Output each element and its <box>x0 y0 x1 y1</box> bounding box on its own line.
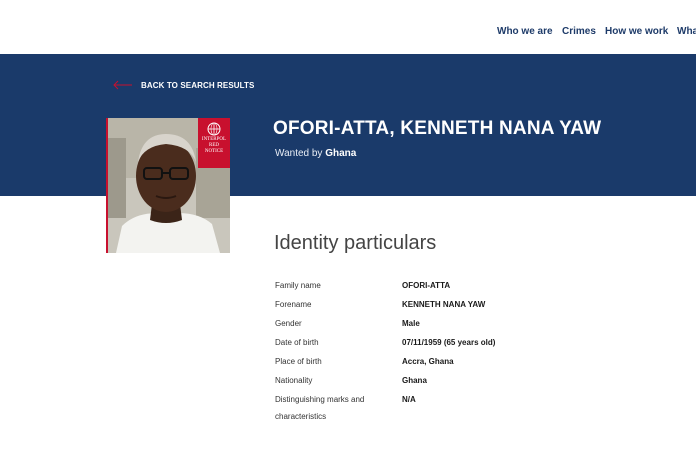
particular-value: Male <box>402 319 420 328</box>
nav-what-truncated[interactable]: Wha <box>677 26 696 37</box>
particular-label: Distinguishing marks and characteristics <box>275 395 365 421</box>
identity-particulars-table: Family name OFORI-ATTA Forename KENNETH … <box>275 277 655 427</box>
back-link-label: BACK TO SEARCH RESULTS <box>141 80 255 90</box>
person-name-title: OFORI-ATTA, KENNETH NANA YAW <box>273 118 602 139</box>
red-notice-badge: INTERPOL RED NOTICE <box>198 118 230 168</box>
particular-value: KENNETH NANA YAW <box>402 300 486 309</box>
particular-label: Gender <box>275 319 302 328</box>
particular-value: Ghana <box>402 376 427 385</box>
interpol-emblem-icon <box>207 122 221 136</box>
back-to-search-link[interactable]: BACK TO SEARCH RESULTS <box>113 79 254 91</box>
wanted-by-prefix: Wanted by <box>275 148 323 159</box>
nav-who-we-are[interactable]: Who we are <box>497 26 553 37</box>
particular-row-family-name: Family name OFORI-ATTA <box>275 277 655 296</box>
nav-crimes[interactable]: Crimes <box>562 26 596 37</box>
particular-label: Forename <box>275 300 312 309</box>
particular-row-gender: Gender Male <box>275 315 655 334</box>
arrow-left-icon <box>113 80 132 90</box>
top-navigation: Who we are Crimes How we work Wha <box>0 0 696 54</box>
particular-label: Place of birth <box>275 357 322 366</box>
particular-row-date-of-birth: Date of birth 07/11/1959 (65 years old) <box>275 334 655 353</box>
particular-row-nationality: Nationality Ghana <box>275 372 655 391</box>
nav-how-we-work[interactable]: How we work <box>605 26 668 37</box>
particular-value: 07/11/1959 (65 years old) <box>402 338 496 347</box>
particular-value: Accra, Ghana <box>402 357 454 366</box>
particular-row-distinguishing-marks: Distinguishing marks and characteristics… <box>275 391 655 427</box>
particular-label: Family name <box>275 281 321 290</box>
identity-particulars-heading: Identity particulars <box>274 232 437 254</box>
particular-value: N/A <box>402 395 416 404</box>
badge-line2: NOTICE <box>204 149 224 154</box>
particular-value: OFORI-ATTA <box>402 281 451 290</box>
wanted-by-line: Wanted by Ghana <box>275 148 356 159</box>
subject-photo: INTERPOL RED NOTICE <box>106 118 230 253</box>
wanted-by-country: Ghana <box>325 148 357 159</box>
particular-row-place-of-birth: Place of birth Accra, Ghana <box>275 353 655 372</box>
particular-row-forename: Forename KENNETH NANA YAW <box>275 296 655 315</box>
particular-label: Date of birth <box>275 338 319 347</box>
particular-label: Nationality <box>275 376 313 385</box>
